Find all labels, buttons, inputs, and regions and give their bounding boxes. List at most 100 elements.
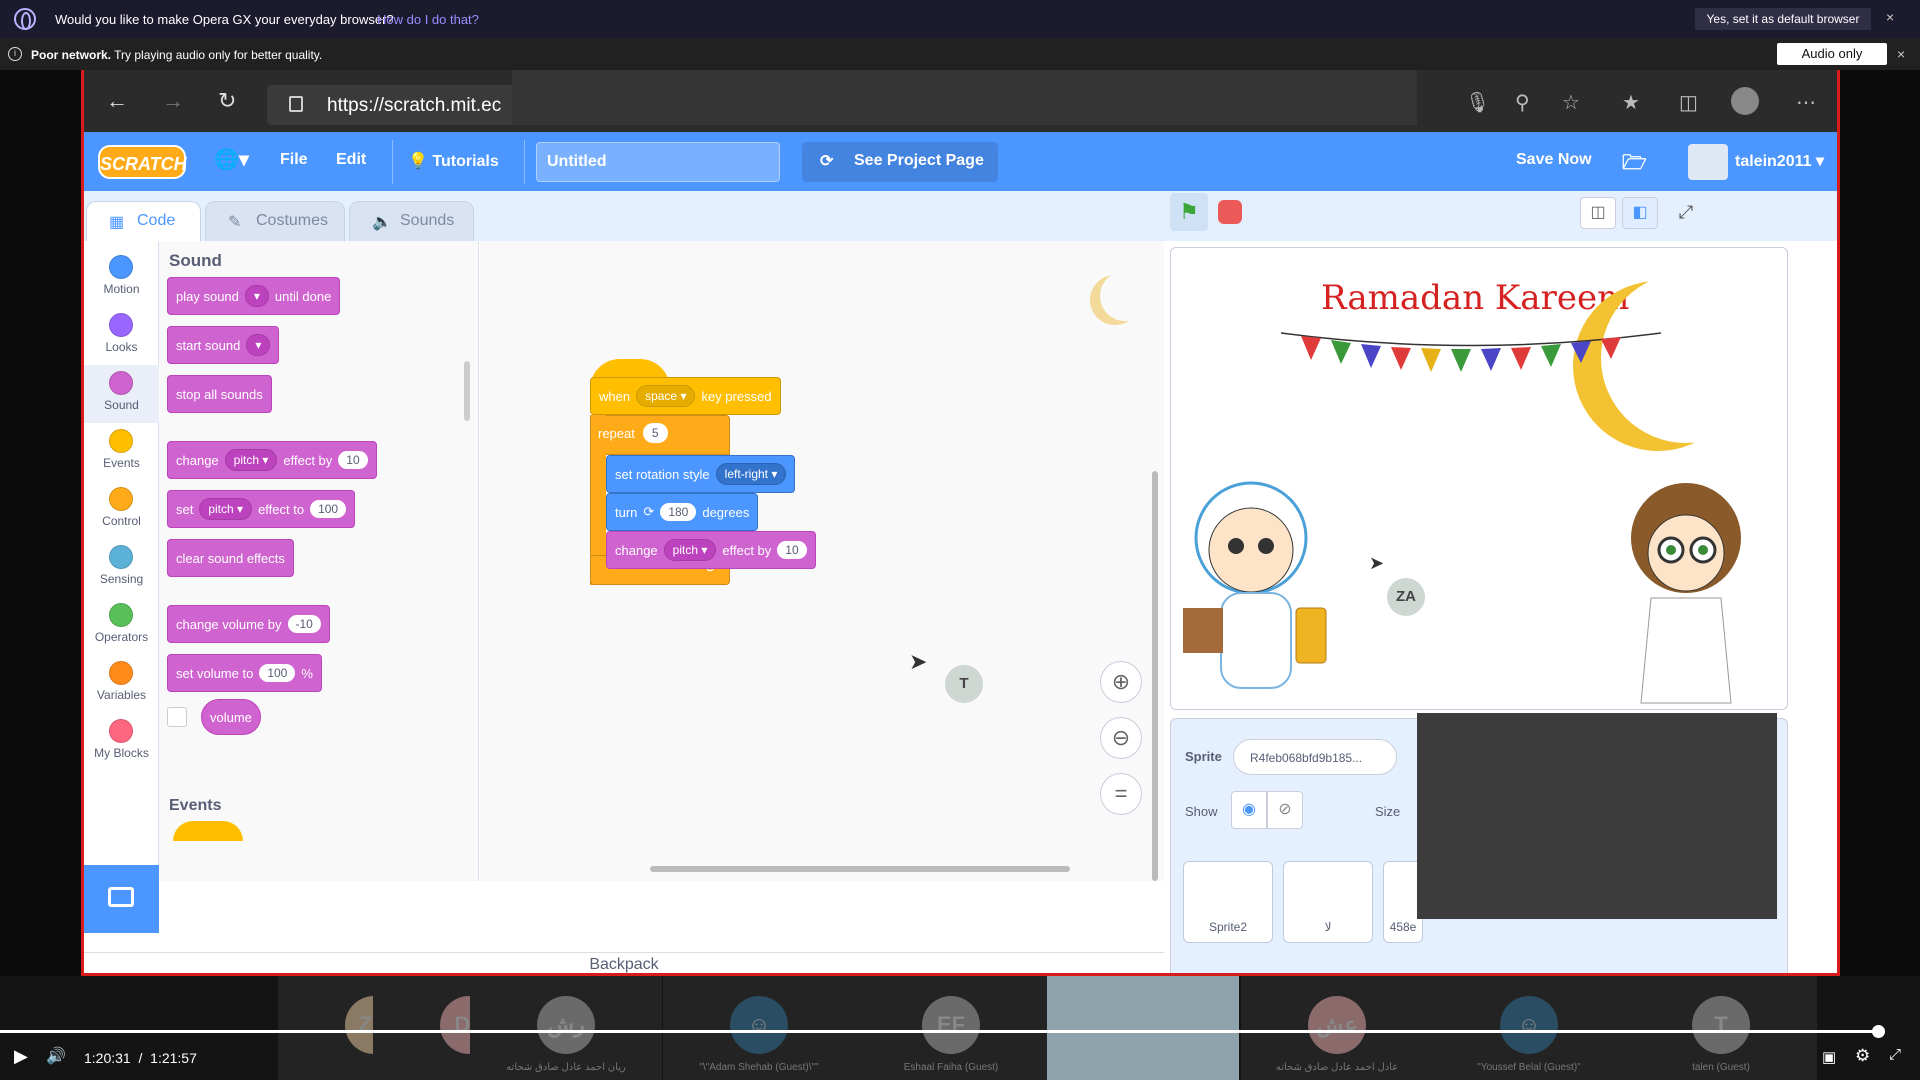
- globe-icon[interactable]: 🌐▾: [214, 147, 249, 172]
- favorites-icon[interactable]: ★: [1622, 90, 1640, 115]
- see-project-page-button[interactable]: ⟳ See Project Page: [802, 142, 998, 182]
- number-input[interactable]: 100: [259, 664, 296, 682]
- microphone-icon[interactable]: 🎙: [1465, 90, 1490, 115]
- volume-monitor-checkbox[interactable]: [167, 707, 187, 727]
- rotation-style-dropdown[interactable]: left-right: [715, 463, 787, 485]
- sound-dropdown[interactable]: [244, 285, 269, 307]
- key-dropdown[interactable]: space: [636, 385, 696, 407]
- collections-icon[interactable]: ◫: [1679, 90, 1698, 115]
- category-control[interactable]: Control: [84, 481, 159, 539]
- fullscreen-icon[interactable]: ⤢: [1668, 197, 1704, 229]
- add-favorite-icon[interactable]: ☆: [1562, 90, 1580, 115]
- audio-only-button[interactable]: Audio only: [1777, 43, 1887, 65]
- block-change-effect[interactable]: changepitcheffect by10: [606, 531, 816, 569]
- category-operators[interactable]: Operators: [84, 597, 159, 655]
- category-variables[interactable]: Variables: [84, 655, 159, 713]
- reporter-volume[interactable]: volume: [201, 699, 261, 735]
- block-when-key-pressed[interactable]: whenspacekey pressed: [590, 377, 781, 415]
- block-change-volume[interactable]: change volume by -10: [167, 605, 330, 643]
- close-icon[interactable]: ×: [1897, 46, 1905, 62]
- set-default-browser-button[interactable]: Yes, set it as default browser: [1695, 8, 1871, 30]
- username-menu[interactable]: talein2011 ▾: [1735, 151, 1824, 171]
- brush-icon: ✎: [228, 214, 242, 231]
- forward-icon[interactable]: →: [162, 88, 184, 114]
- number-input[interactable]: 180: [660, 503, 697, 521]
- user-avatar[interactable]: [1688, 144, 1728, 180]
- effect-dropdown[interactable]: pitch: [199, 498, 253, 520]
- block-change-effect[interactable]: changepitcheffect by10: [167, 441, 377, 479]
- effect-dropdown[interactable]: pitch: [224, 449, 278, 471]
- profile-icon[interactable]: [1731, 87, 1759, 115]
- number-input[interactable]: 10: [338, 451, 368, 469]
- green-flag-icon[interactable]: ⚑: [1170, 193, 1208, 231]
- stage-canvas[interactable]: Ramadan Kareem ➤ ZA: [1170, 247, 1788, 710]
- block-set-rotation-style[interactable]: set rotation style left-right: [606, 455, 796, 493]
- category-sound[interactable]: Sound: [84, 365, 159, 423]
- block-set-volume[interactable]: set volume to 100%: [167, 654, 322, 692]
- palette-scrollbar[interactable]: [464, 361, 470, 421]
- volume-icon[interactable]: 🔊: [46, 1046, 66, 1066]
- block-start-sound[interactable]: start sound: [167, 326, 280, 364]
- show-visible-icon[interactable]: ◉: [1231, 791, 1267, 829]
- category-sensing[interactable]: Sensing: [84, 539, 159, 597]
- zoom-reset-icon[interactable]: =: [1100, 773, 1142, 815]
- sprite-name-input[interactable]: R4feb068bfd9b185...: [1233, 739, 1397, 775]
- edit-menu[interactable]: Edit: [336, 151, 366, 169]
- back-icon[interactable]: ←: [106, 88, 128, 114]
- category-looks[interactable]: Looks: [84, 307, 159, 365]
- address-bar[interactable]: https://scratch.mit.ec: [267, 70, 1417, 125]
- zoom-in-icon[interactable]: ⊕: [1100, 661, 1142, 703]
- number-input[interactable]: 10: [777, 541, 807, 559]
- reload-icon[interactable]: ↻: [218, 88, 236, 114]
- lightbulb-icon: 💡: [408, 153, 428, 170]
- save-now-button[interactable]: Save Now: [1516, 151, 1592, 169]
- number-input[interactable]: 100: [310, 500, 347, 518]
- effect-dropdown[interactable]: pitch: [663, 539, 717, 561]
- block-set-effect[interactable]: setpitcheffect to100: [167, 490, 356, 528]
- category-motion[interactable]: Motion: [84, 249, 159, 307]
- tab-costumes[interactable]: ✎ Costumes: [205, 201, 345, 241]
- category-events[interactable]: Events: [84, 423, 159, 481]
- settings-icon[interactable]: ⚙: [1855, 1046, 1870, 1066]
- sprite-thumbnail[interactable]: Sprite2: [1183, 861, 1273, 943]
- backpack[interactable]: Backpack: [84, 952, 1164, 973]
- number-input[interactable]: -10: [287, 615, 321, 633]
- play-icon[interactable]: ▶: [14, 1046, 28, 1067]
- scratch-logo[interactable]: SCRATCH: [98, 145, 187, 179]
- more-menu-icon[interactable]: ⋯: [1796, 90, 1816, 115]
- file-menu[interactable]: File: [280, 151, 308, 169]
- my-stuff-icon[interactable]: 🗁: [1622, 148, 1647, 182]
- category-my-blocks[interactable]: My Blocks: [84, 713, 159, 771]
- captions-icon[interactable]: ▣: [1822, 1048, 1836, 1066]
- tab-code[interactable]: ▦ Code: [86, 201, 201, 241]
- tab-sounds[interactable]: 🔈 Sounds: [349, 201, 474, 241]
- repeat-count-input[interactable]: 5: [642, 423, 668, 443]
- video-progress-bar[interactable]: [0, 1025, 1886, 1038]
- small-stage-icon[interactable]: ◫: [1580, 197, 1616, 229]
- script-horizontal-scrollbar[interactable]: [650, 866, 1070, 872]
- opera-help-link[interactable]: How do I do that?: [377, 12, 479, 27]
- block-stop-all-sounds[interactable]: stop all sounds: [167, 375, 272, 413]
- fullscreen-icon[interactable]: ⤢: [1889, 1046, 1901, 1063]
- sound-dropdown[interactable]: [246, 334, 271, 356]
- tutorials-button[interactable]: 💡 Tutorials: [408, 151, 499, 171]
- script-area[interactable]: whenspacekey pressed repeat5 ↻ set rotat…: [480, 241, 1164, 881]
- script-vertical-scrollbar[interactable]: [1152, 471, 1158, 881]
- stop-icon[interactable]: [1218, 200, 1242, 224]
- player-controls: ▶ 🔊 1:20:31 / 1:21:57 ▣ ⚙ ⤢: [0, 1040, 1920, 1080]
- block-turn[interactable]: turn ⟳ 180 degrees: [606, 493, 759, 531]
- occluded-region: [512, 70, 1417, 125]
- hide-icon[interactable]: ⊘: [1267, 791, 1303, 829]
- block-play-sound-until-done[interactable]: play sounduntil done: [167, 277, 341, 315]
- category-label: Variables: [96, 688, 147, 702]
- add-extension-button[interactable]: [84, 865, 159, 933]
- category-label: My Blocks: [94, 746, 149, 760]
- zoom-out-icon[interactable]: ⊖: [1100, 717, 1142, 759]
- close-icon[interactable]: ×: [1886, 9, 1894, 25]
- hat-block[interactable]: [173, 821, 243, 841]
- project-title-input[interactable]: Untitled: [536, 142, 780, 182]
- block-clear-sound-effects[interactable]: clear sound effects: [167, 539, 294, 577]
- key-icon[interactable]: ⚲: [1515, 90, 1530, 115]
- large-stage-icon[interactable]: ◧: [1622, 197, 1658, 229]
- sprite-thumbnail[interactable]: لا: [1283, 861, 1373, 943]
